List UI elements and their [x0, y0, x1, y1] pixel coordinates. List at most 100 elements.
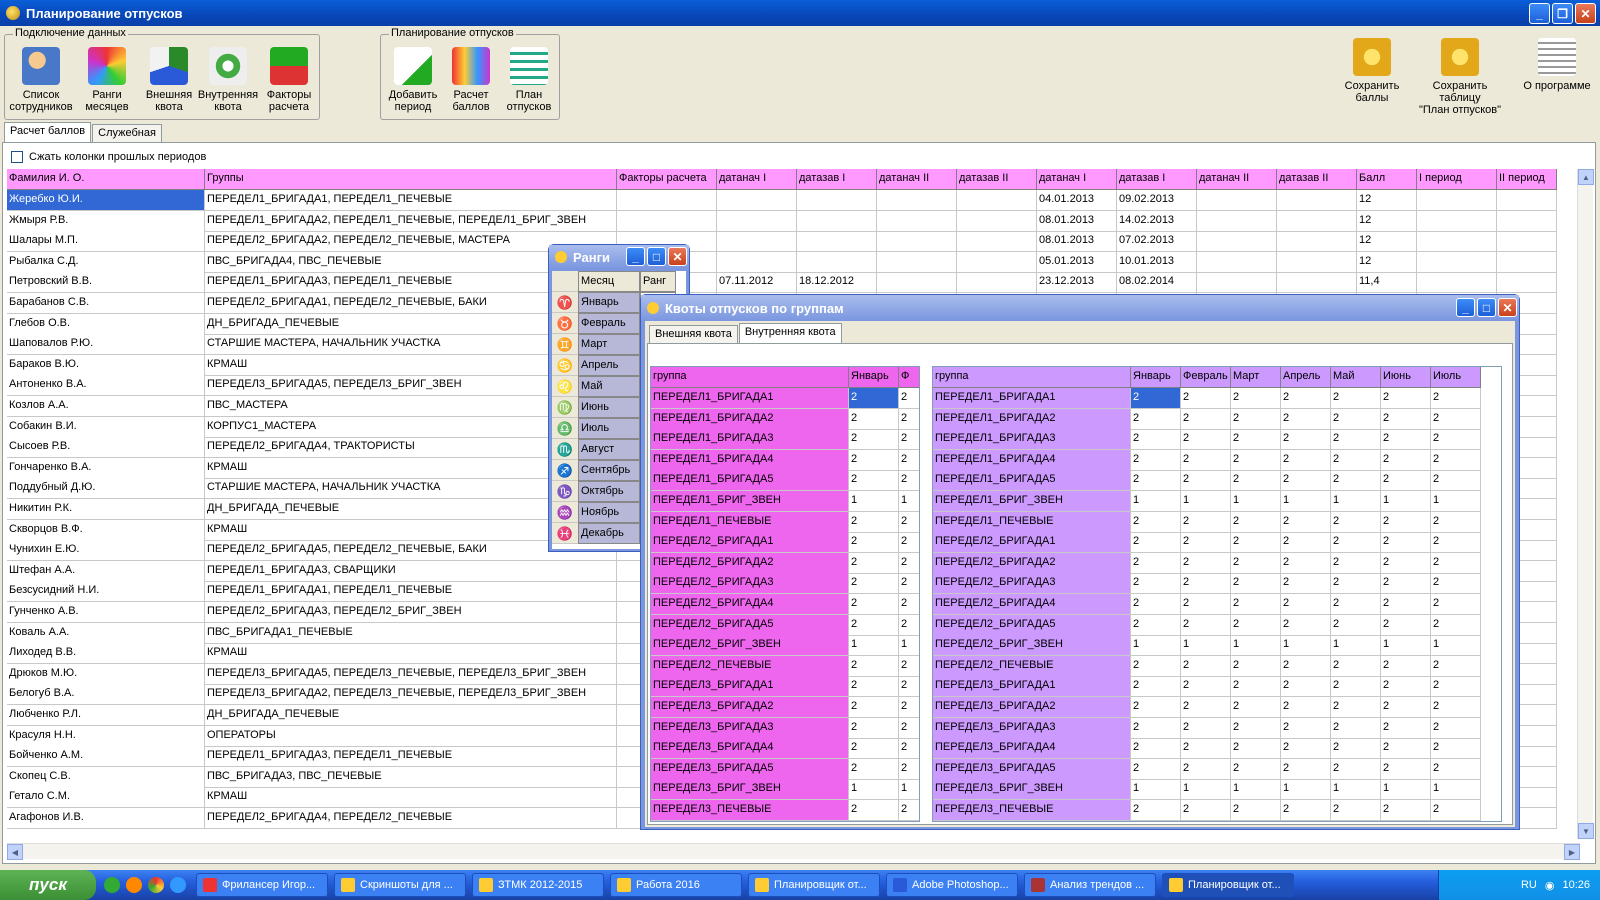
quota-value-cell[interactable]: 2 — [1331, 408, 1381, 430]
quota-row[interactable]: ПЕРЕДЕЛ2_БРИГАДА4 2 2 — [651, 594, 919, 615]
quota-row[interactable]: ПЕРЕДЕЛ1_БРИГАДА3 2 2 — [651, 429, 919, 451]
quota-value-cell[interactable]: 2 — [1281, 532, 1331, 554]
group-cell[interactable]: ПЕРЕДЕЛ2_БРИГАДА5 — [933, 614, 1131, 636]
table-cell[interactable]: Лиходед В.В. — [7, 643, 205, 665]
group-cell[interactable]: ПЕРЕДЕЛ3_ПЕЧЕВЫЕ — [651, 800, 849, 821]
employees-list-button[interactable]: Список сотрудников — [9, 47, 73, 113]
table-cell[interactable] — [1497, 190, 1557, 211]
table-cell[interactable] — [1197, 272, 1277, 294]
quota-value-cell[interactable]: 1 — [899, 779, 919, 801]
quota-value-cell[interactable]: 1 — [1231, 779, 1281, 801]
table-cell[interactable] — [1197, 190, 1277, 211]
quota-value-cell[interactable]: 1 — [1431, 779, 1481, 801]
close-button[interactable]: ✕ — [1575, 3, 1596, 24]
table-cell[interactable]: Жмыря Р.В. — [7, 210, 205, 232]
quota-row[interactable]: ПЕРЕДЕЛ1_БРИГАДА3 2 2 2 2 2 2 2 — [933, 429, 1501, 451]
quota-value-cell[interactable]: 2 — [1281, 429, 1331, 451]
table-cell[interactable]: Красуля Н.Н. — [7, 725, 205, 747]
month-cell[interactable]: Февраль — [578, 313, 640, 334]
table-cell[interactable]: ПЕРЕДЕЛ3_БРИГАДА2, ПЕРЕДЕЛ3_ПЕЧЕВЫЕ, ПЕР… — [205, 684, 617, 706]
quota-value-cell[interactable]: 2 — [1381, 697, 1431, 718]
quota-value-cell[interactable]: 2 — [1181, 552, 1231, 574]
group-cell[interactable]: ПЕРЕДЕЛ3_БРИГАДА3 — [651, 717, 849, 739]
vacation-plan-button[interactable]: План отпусков — [501, 47, 557, 113]
quota-value-cell[interactable]: 2 — [849, 655, 899, 677]
quota-value-cell[interactable]: 1 — [1281, 491, 1331, 512]
table-cell[interactable]: Безсусидний Н.И. — [7, 581, 205, 603]
quota-value-cell[interactable]: 2 — [1381, 449, 1431, 471]
quota-value-cell[interactable]: 2 — [1431, 573, 1481, 595]
scroll-right-icon[interactable]: ▶ — [1564, 844, 1580, 860]
table-cell[interactable]: Шаповалов Р.Ю. — [7, 334, 205, 356]
quota-value-cell[interactable]: 2 — [1381, 738, 1431, 760]
quota-value-cell[interactable]: 1 — [1231, 635, 1281, 657]
quota-value-cell[interactable]: 2 — [1281, 697, 1331, 718]
start-button[interactable]: пуск — [0, 870, 96, 900]
quota-value-cell[interactable]: 1 — [1231, 491, 1281, 512]
group-cell[interactable]: ПЕРЕДЕЛ3_БРИГАДА4 — [933, 738, 1131, 760]
quota-value-cell[interactable]: 1 — [1131, 779, 1181, 801]
group-cell[interactable]: ПЕРЕДЕЛ3_БРИГАДА2 — [933, 697, 1131, 718]
quota-value-cell[interactable]: 2 — [849, 552, 899, 574]
quota-value-cell[interactable]: 2 — [899, 676, 919, 698]
quota-value-cell[interactable]: 2 — [1381, 429, 1431, 451]
table-cell[interactable]: ПЕРЕДЕЛ1_БРИГАДА1, ПЕРЕДЕЛ1_ПЕЧЕВЫЕ — [205, 581, 617, 603]
quota-value-cell[interactable]: 2 — [1131, 697, 1181, 718]
table-cell[interactable] — [957, 190, 1037, 211]
table-cell[interactable]: Скопец С.В. — [7, 766, 205, 788]
quota-value-cell[interactable]: 1 — [1381, 491, 1431, 512]
table-cell[interactable] — [1277, 251, 1357, 273]
quota-value-cell[interactable]: 2 — [1181, 800, 1231, 821]
quota-value-cell[interactable]: 2 — [849, 614, 899, 636]
taskbar-item[interactable]: Работа 2016 — [610, 873, 742, 897]
quota-value-cell[interactable]: 2 — [899, 738, 919, 760]
quota-value-cell[interactable]: 2 — [1381, 388, 1431, 409]
quota-row[interactable]: ПЕРЕДЕЛ2_БРИГАДА5 2 2 2 2 2 2 2 — [933, 614, 1501, 636]
table-cell[interactable]: Антоненко В.А. — [7, 375, 205, 397]
quota-value-cell[interactable]: 2 — [1131, 717, 1181, 739]
ranks-minimize-button[interactable]: _ — [626, 247, 645, 266]
quota-value-cell[interactable]: 2 — [1431, 697, 1481, 718]
month-cell[interactable]: Июнь — [578, 397, 640, 418]
quota-row[interactable]: ПЕРЕДЕЛ3_ПЕЧЕВЫЕ 2 2 2 2 2 2 2 — [933, 800, 1501, 821]
quota-value-cell[interactable]: 2 — [1381, 614, 1431, 636]
group-cell[interactable]: ПЕРЕДЕЛ3_БРИГАДА4 — [651, 738, 849, 760]
quota-value-cell[interactable]: 2 — [1331, 800, 1381, 821]
table-cell[interactable]: Бараков В.Ю. — [7, 354, 205, 376]
quota-value-cell[interactable]: 2 — [899, 697, 919, 718]
group-cell[interactable]: ПЕРЕДЕЛ1_БРИГАДА1 — [651, 388, 849, 409]
quota-value-cell[interactable]: 2 — [849, 429, 899, 451]
column-header[interactable]: Балл — [1357, 169, 1417, 190]
quota-value-cell[interactable]: 2 — [1231, 758, 1281, 780]
table-cell[interactable]: Глебов О.В. — [7, 313, 205, 335]
group-cell[interactable]: ПЕРЕДЕЛ1_ПЕЧЕВЫЕ — [651, 511, 849, 533]
quota-value-cell[interactable]: 1 — [1181, 635, 1231, 657]
quota-row[interactable]: ПЕРЕДЕЛ1_БРИГАДА2 2 2 2 2 2 2 2 — [933, 408, 1501, 430]
table-cell[interactable] — [1417, 210, 1497, 232]
table-row[interactable]: Шалары М.П. ПЕРЕДЕЛ2_БРИГАДА2, ПЕРЕДЕЛ2_П… — [7, 231, 1580, 253]
quota-value-cell[interactable]: 2 — [1431, 655, 1481, 677]
table-cell[interactable] — [1277, 272, 1357, 294]
quota-value-cell[interactable]: 2 — [1131, 676, 1181, 698]
quota-value-cell[interactable]: 2 — [899, 656, 919, 677]
group-cell[interactable]: ПЕРЕДЕЛ1_БРИГ_ЗВЕН — [651, 491, 849, 512]
quota-value-cell[interactable]: 2 — [1131, 429, 1181, 451]
quota-value-cell[interactable]: 2 — [899, 800, 919, 821]
quota-value-cell[interactable]: 1 — [1181, 491, 1231, 512]
table-cell[interactable]: ПЕРЕДЕЛ1_БРИГАДА3, СВАРЩИКИ — [205, 560, 617, 582]
quota-value-cell[interactable]: 2 — [1131, 738, 1181, 760]
quota-value-cell[interactable]: 1 — [849, 779, 899, 801]
table-cell[interactable]: 07.11.2012 — [717, 272, 797, 294]
table-cell[interactable] — [957, 272, 1037, 294]
quota-value-cell[interactable]: 2 — [1281, 470, 1331, 492]
table-cell[interactable]: Рыбалка С.Д. — [7, 251, 205, 273]
column-header[interactable]: датазав I — [797, 169, 877, 190]
table-cell[interactable]: Чунихин Е.Ю. — [7, 540, 205, 562]
quota-value-cell[interactable]: 2 — [1131, 470, 1181, 492]
table-cell[interactable]: Скворцов В.Ф. — [7, 519, 205, 541]
table-cell[interactable] — [717, 251, 797, 273]
column-header[interactable]: датазав I — [1117, 169, 1197, 190]
quota-value-cell[interactable]: 2 — [1431, 738, 1481, 760]
column-header[interactable]: датазав II — [1277, 169, 1357, 190]
scroll-down-icon[interactable]: ▼ — [1578, 823, 1594, 839]
